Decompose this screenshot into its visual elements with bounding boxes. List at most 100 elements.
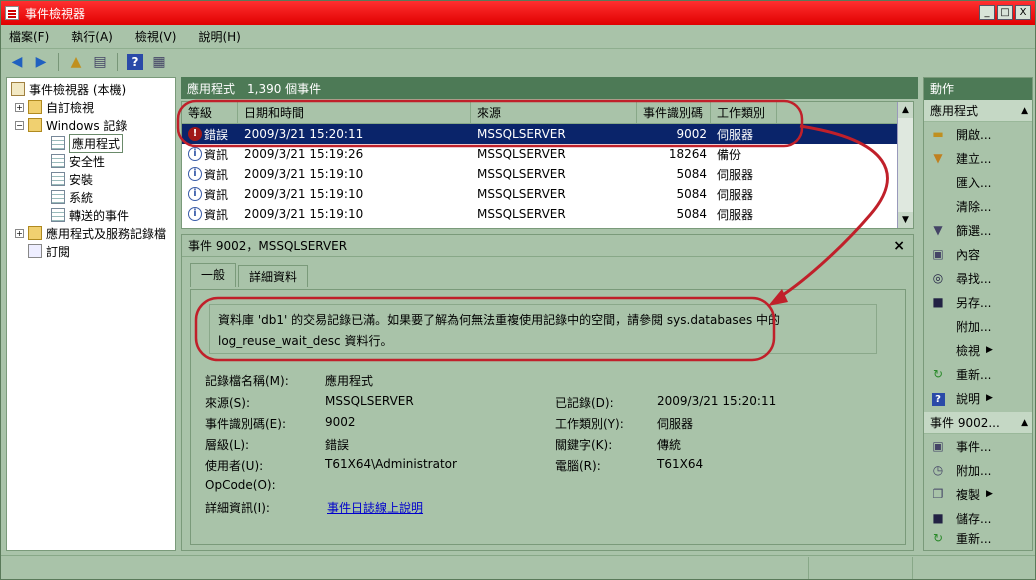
- tree-item-windows-logs[interactable]: − Windows 記錄: [7, 116, 175, 134]
- action-label: 附加...: [956, 463, 992, 478]
- tree-item-subscriptions[interactable]: 訂閱: [7, 242, 175, 260]
- tree-item-label: 應用程式及服務記錄檔: [46, 226, 167, 241]
- tab-details[interactable]: 詳細資料: [238, 265, 309, 287]
- subscription-icon: [28, 244, 42, 258]
- table-row[interactable]: ! 錯誤 2009/3/21 15:20:11 MSSQLSERVER 9002 …: [182, 124, 913, 144]
- scroll-up-icon[interactable]: ▲: [898, 102, 913, 118]
- scroll-track[interactable]: [898, 118, 913, 212]
- up-folder-icon[interactable]: ▲: [66, 52, 86, 72]
- general-tab-body: 資料庫 'db1' 的交易記錄已滿。如果要了解為何無法重複使用記錄中的空間，請參…: [190, 289, 906, 545]
- column-source[interactable]: 來源: [471, 102, 637, 123]
- column-event-id[interactable]: 事件識別碼: [637, 102, 711, 123]
- status-segment: [913, 557, 1013, 579]
- event-viewer-window: 事件檢視器 _ □ X 檔案(F) 執行(A) 檢視(V) 說明(H) ◀ ▶ …: [0, 0, 1036, 580]
- event-id-value: 9002: [325, 415, 356, 429]
- logged-value: 2009/3/21 15:20:11: [657, 394, 777, 408]
- action-save-events[interactable]: ■ 儲存...: [924, 506, 1032, 530]
- row-source: MSSQLSERVER: [477, 207, 566, 221]
- action-label: 內容: [956, 247, 981, 262]
- menu-bar: 檔案(F) 執行(A) 檢視(V) 說明(H): [1, 25, 1035, 47]
- back-icon[interactable]: ◀: [7, 52, 27, 72]
- action-refresh[interactable]: ↻ 重新...: [924, 362, 1032, 386]
- error-icon: !: [188, 127, 202, 141]
- action-event-properties[interactable]: ▣ 事件...: [924, 434, 1032, 458]
- row-event-id: 9002: [676, 127, 707, 141]
- column-datetime[interactable]: 日期和時間: [238, 102, 471, 123]
- tree-item-label: 安裝: [69, 172, 94, 187]
- forward-icon[interactable]: ▶: [31, 52, 51, 72]
- action-copy[interactable]: ❐ 複製 ▶: [924, 482, 1032, 506]
- actions-section-event[interactable]: 事件 9002... ▲: [924, 412, 1032, 434]
- table-row[interactable]: i 資訊 2009/3/21 15:19:10 MSSQLSERVER 5084 …: [182, 184, 913, 204]
- action-find[interactable]: ◎ 尋找...: [924, 266, 1032, 290]
- column-level[interactable]: 等級: [182, 102, 238, 123]
- event-viewer-icon: [5, 6, 19, 20]
- menu-action[interactable]: 執行(A): [71, 28, 113, 45]
- event-list-scrollbar[interactable]: ▲ ▼: [897, 102, 913, 228]
- tree-item-security[interactable]: 安全性: [7, 152, 175, 170]
- properties-icon: ▣: [932, 247, 944, 261]
- actions-section-application[interactable]: 應用程式 ▲: [924, 100, 1032, 122]
- action-view[interactable]: 檢視 ▶: [924, 338, 1032, 362]
- minimize-button[interactable]: _: [979, 5, 995, 20]
- action-attach[interactable]: 附加...: [924, 314, 1032, 338]
- event-detail-header: 事件 9002，MSSQLSERVER ×: [182, 235, 913, 257]
- tab-general[interactable]: 一般: [190, 263, 237, 287]
- event-viewer-icon: [11, 82, 25, 96]
- tree-item-label: 自訂檢視: [46, 100, 95, 115]
- action-pane-icon[interactable]: ▦: [149, 52, 169, 72]
- action-create[interactable]: ▼ 建立...: [924, 146, 1032, 170]
- collapse-up-icon[interactable]: ▲: [1021, 100, 1028, 121]
- action-help[interactable]: ? 說明 ▶: [924, 386, 1032, 410]
- row-level: 錯誤: [204, 127, 229, 142]
- help-icon: ?: [930, 391, 946, 406]
- help-icon[interactable]: ?: [125, 52, 145, 72]
- toolbar-separator: [117, 52, 118, 71]
- maximize-button[interactable]: □: [997, 5, 1013, 20]
- collapse-up-icon[interactable]: ▲: [1021, 412, 1028, 433]
- tree-item-custom-views[interactable]: + 自訂檢視: [7, 98, 175, 116]
- expand-icon[interactable]: +: [15, 228, 24, 238]
- tree-item-setup[interactable]: 安裝: [7, 170, 175, 188]
- row-category: 伺服器: [717, 127, 754, 142]
- tree-item-root[interactable]: 事件檢視器 (本機): [7, 80, 175, 98]
- row-event-id: 5084: [676, 187, 707, 201]
- action-clear[interactable]: 清除...: [924, 194, 1032, 218]
- action-label: 匯入...: [956, 175, 992, 190]
- menu-file[interactable]: 檔案(F): [9, 28, 49, 45]
- close-button[interactable]: X: [1015, 5, 1031, 20]
- source-value: MSSQLSERVER: [325, 394, 414, 408]
- event-log-online-help-link[interactable]: 事件日誌線上說明: [327, 499, 423, 516]
- table-row[interactable]: i 資訊 2009/3/21 15:19:26 MSSQLSERVER 18264…: [182, 144, 913, 164]
- action-attach-task[interactable]: ◷ 附加...: [924, 458, 1032, 482]
- log-name-value: 應用程式: [325, 374, 374, 388]
- attach-icon: [930, 319, 946, 333]
- close-icon[interactable]: ×: [893, 238, 905, 254]
- menu-help[interactable]: 說明(H): [198, 28, 240, 45]
- action-filter[interactable]: ▼ 篩選...: [924, 218, 1032, 242]
- action-import[interactable]: 匯入...: [924, 170, 1032, 194]
- attach-task-icon: ◷: [932, 463, 944, 477]
- action-open[interactable]: ▬ 開啟...: [924, 122, 1032, 146]
- action-refresh-event[interactable]: ↻ 重新...: [924, 530, 1032, 546]
- expand-icon[interactable]: +: [15, 102, 24, 112]
- log-icon: [51, 190, 65, 204]
- action-properties[interactable]: ▣ 內容: [924, 242, 1032, 266]
- table-row[interactable]: i 資訊 2009/3/21 15:19:10 MSSQLSERVER 5084 …: [182, 164, 913, 184]
- action-save-as[interactable]: ■ 另存...: [924, 290, 1032, 314]
- show-hide-tree-icon[interactable]: ▤: [90, 52, 110, 72]
- tree-item-application[interactable]: 應用程式: [7, 133, 175, 153]
- menu-view[interactable]: 檢視(V): [135, 28, 177, 45]
- column-task-category[interactable]: 工作類別: [711, 102, 777, 123]
- tree-item-forwarded-events[interactable]: 轉送的事件: [7, 206, 175, 224]
- more-info-label: 詳細資訊(I):: [205, 501, 270, 515]
- save-icon: ■: [932, 511, 944, 525]
- tree-item-system[interactable]: 系統: [7, 188, 175, 206]
- table-row[interactable]: i 資訊 2009/3/21 15:19:10 MSSQLSERVER 5084 …: [182, 204, 913, 224]
- keywords-value: 傳統: [657, 438, 682, 452]
- action-label: 說明: [956, 391, 981, 406]
- scroll-down-icon[interactable]: ▼: [898, 212, 913, 228]
- collapse-icon[interactable]: −: [15, 120, 24, 130]
- user-value: T61X64\Administrator: [325, 457, 457, 471]
- tree-item-app-service-logs[interactable]: + 應用程式及服務記錄檔: [7, 224, 175, 242]
